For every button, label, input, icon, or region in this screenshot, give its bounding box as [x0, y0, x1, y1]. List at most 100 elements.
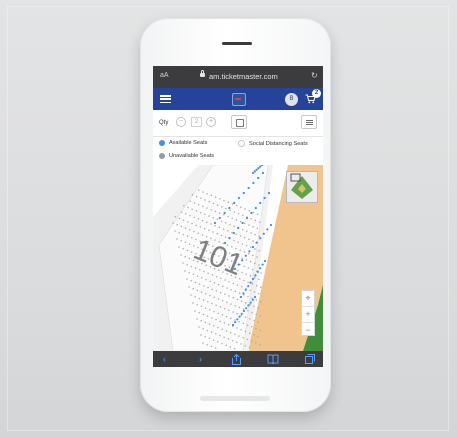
- seat-unavailable: [214, 196, 217, 198]
- seat-unavailable: [225, 330, 228, 332]
- seat-unavailable: [229, 346, 232, 348]
- menu-icon[interactable]: [160, 95, 171, 104]
- seat-unavailable: [248, 224, 250, 226]
- stadium-minimap[interactable]: [286, 171, 318, 203]
- seat-unavailable: [201, 277, 203, 279]
- reload-icon[interactable]: ↻: [311, 71, 318, 80]
- seat-unavailable: [251, 283, 254, 285]
- forward-icon[interactable]: ›: [199, 354, 202, 364]
- seat-unavailable: [255, 313, 257, 315]
- seat-unavailable: [191, 194, 194, 196]
- seat-available: [257, 176, 260, 180]
- seat-unavailable: [256, 227, 259, 230]
- seat-unavailable: [258, 235, 261, 238]
- seat-unavailable: [200, 319, 202, 322]
- seat-unavailable: [237, 212, 240, 215]
- seat-unavailable: [210, 223, 212, 225]
- seat-unavailable: [200, 291, 203, 293]
- seat-available: [263, 259, 267, 263]
- back-icon[interactable]: ‹: [163, 354, 166, 364]
- avatar[interactable]: B: [285, 93, 298, 106]
- seat-unavailable: [204, 335, 206, 338]
- seat-available: [262, 232, 265, 235]
- seat-unavailable: [204, 307, 207, 309]
- seat-available: [237, 226, 240, 230]
- seat-unavailable: [196, 289, 199, 292]
- seat-unavailable: [245, 302, 247, 304]
- seat-unavailable: [202, 191, 204, 193]
- seat-unavailable: [234, 319, 236, 321]
- seat-unavailable: [250, 246, 252, 249]
- seat-available: [228, 206, 231, 210]
- qty-decrease-button[interactable]: −: [176, 117, 186, 127]
- seat-unavailable: [235, 204, 238, 207]
- text-size-button[interactable]: aA: [160, 72, 169, 79]
- seat-unavailable: [251, 326, 253, 328]
- seat-available: [251, 171, 255, 175]
- seat-unavailable: [193, 216, 195, 218]
- seat-unavailable: [200, 305, 203, 308]
- seat-unavailable: [253, 276, 256, 279]
- seat-available: [261, 171, 265, 175]
- qty-increase-button[interactable]: +: [206, 117, 216, 127]
- seat-map[interactable]: 101 ⌖ + −: [153, 165, 323, 351]
- seat-unavailable: [257, 307, 260, 309]
- seat-unavailable: [202, 205, 204, 208]
- browser-url-bar[interactable]: aA am.ticketmaster.com ↻: [153, 66, 323, 88]
- seat-unavailable: [172, 222, 174, 224]
- seat-unavailable: [220, 220, 223, 222]
- seat-unavailable: [189, 200, 191, 202]
- seat-unavailable: [197, 203, 200, 206]
- seat-unavailable: [220, 277, 222, 280]
- seat-unavailable: [250, 232, 252, 234]
- seat-unavailable: [218, 212, 221, 214]
- seat-unavailable: [209, 309, 211, 311]
- zoom-in-button[interactable]: +: [302, 307, 314, 323]
- seat-unavailable: [206, 315, 209, 317]
- seat-unavailable: [206, 207, 208, 209]
- filter-button[interactable]: [231, 115, 247, 129]
- seat-available: [249, 281, 252, 284]
- list-view-button[interactable]: [301, 115, 317, 129]
- seat-available: [255, 241, 258, 244]
- seat-unavailable: [206, 221, 208, 224]
- seat-unavailable: [198, 297, 201, 300]
- seat-unavailable: [190, 294, 192, 296]
- seat-unavailable: [174, 230, 176, 232]
- team-logo[interactable]: [232, 93, 246, 106]
- seat-unavailable: [224, 236, 227, 238]
- seat-unavailable: [259, 343, 261, 346]
- qty-value[interactable]: 2: [191, 117, 202, 127]
- seat-unavailable: [252, 254, 254, 257]
- seat-available: [256, 270, 259, 273]
- seat-unavailable: [245, 259, 248, 261]
- seat-unavailable: [194, 310, 196, 312]
- seat-unavailable: [243, 236, 246, 239]
- seat-unavailable: [183, 205, 185, 207]
- seat-unavailable: [236, 312, 238, 315]
- seat-unavailable: [259, 315, 262, 317]
- seat-unavailable: [196, 275, 199, 277]
- tabs-icon[interactable]: [305, 354, 315, 364]
- seat-unavailable: [228, 280, 230, 283]
- seat-unavailable: [231, 339, 234, 342]
- seat-unavailable: [209, 280, 211, 282]
- seat-unavailable: [208, 229, 210, 232]
- seat-unavailable: [206, 343, 208, 346]
- seat-unavailable: [193, 230, 195, 233]
- seat-unavailable: [258, 278, 260, 281]
- seat-unavailable: [235, 233, 237, 235]
- seat-unavailable: [215, 304, 217, 306]
- bookmarks-icon[interactable]: [267, 354, 279, 364]
- seat-unavailable: [224, 293, 226, 296]
- seat-unavailable: [242, 322, 245, 325]
- seat-unavailable: [186, 278, 188, 280]
- recenter-icon[interactable]: ⌖: [302, 291, 314, 307]
- seat-unavailable: [195, 238, 197, 241]
- seat-unavailable: [230, 288, 232, 291]
- url-text[interactable]: am.ticketmaster.com: [209, 72, 278, 81]
- seat-unavailable: [251, 268, 254, 271]
- zoom-out-button[interactable]: −: [302, 323, 314, 338]
- seat-unavailable: [198, 311, 200, 314]
- share-icon[interactable]: [232, 354, 241, 365]
